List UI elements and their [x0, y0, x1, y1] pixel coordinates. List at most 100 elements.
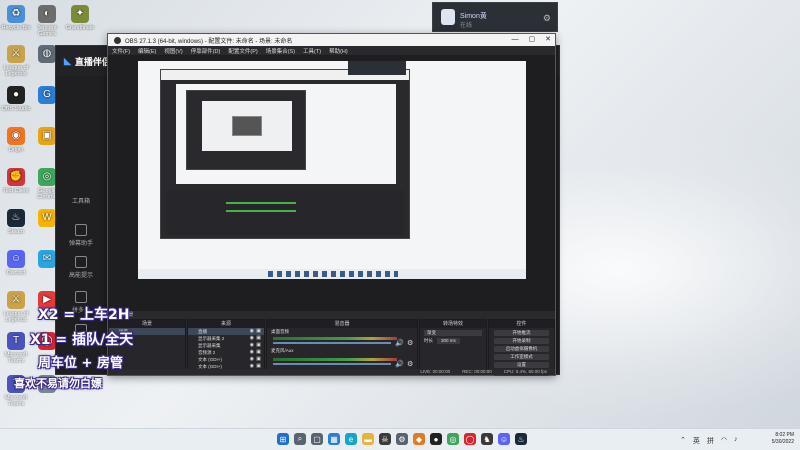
chevron-up-icon[interactable]: ⌃	[680, 436, 686, 446]
desktop-icon[interactable]: ✦ Grandfinale	[65, 5, 95, 31]
steam-icon[interactable]: ♨	[515, 433, 527, 445]
obs-titlebar[interactable]: OBS 27.1.3 (64-bit, windows) - 配置文件: 未命名…	[108, 34, 555, 46]
app-icon: ●	[7, 86, 25, 104]
chat-notification[interactable]: Simon黄 在线 ⚙	[432, 2, 558, 32]
desktop-icon-label: Riot Client	[3, 188, 29, 194]
search-icon[interactable]: ⌕	[294, 433, 306, 445]
source-item[interactable]: 显示器采集 2 ◉ ▣	[188, 335, 264, 342]
netease-icon[interactable]: ◯	[464, 433, 476, 445]
clock[interactable]: 8:02 PM 5/30/2022	[772, 432, 794, 446]
menu-item[interactable]: 停靠部件(D)	[191, 47, 221, 55]
desktop-icon-label: Microsoft Teams	[4, 395, 28, 407]
desktop-icon[interactable]: ◐ Tencent Games	[32, 5, 62, 37]
menu-item[interactable]: 工具(T)	[303, 47, 321, 55]
alert-icon	[75, 256, 87, 268]
preview-canvas[interactable]	[138, 61, 526, 279]
chrome-icon[interactable]: ◎	[447, 433, 459, 445]
desktop-icon[interactable]: ♻ Recycle Bin	[1, 5, 31, 31]
settings-icon[interactable]: ⚙	[396, 433, 408, 445]
app-icon: G	[38, 86, 56, 104]
menu-item[interactable]: 配置文件(P)	[228, 47, 257, 55]
overlay-line-3: 周车位 + 房管	[38, 356, 123, 371]
control-button[interactable]: 开始推流	[494, 330, 549, 336]
wifi-icon[interactable]: ◠	[721, 436, 727, 446]
control-button[interactable]: 设置	[494, 362, 549, 368]
transition-select[interactable]: 渐变	[424, 330, 482, 336]
lock-icon[interactable]: ▣	[256, 356, 261, 363]
eye-icon[interactable]: ◉	[250, 328, 254, 335]
sidebar-item-label: 工具箱	[71, 199, 90, 205]
lock-icon[interactable]: ▣	[256, 335, 261, 342]
source-item[interactable]: 音频源 2 ◉ ▣	[188, 349, 264, 356]
desktop-icon[interactable]: ● OBS Studio	[1, 86, 31, 112]
windows-start-icon[interactable]: ⊞	[277, 433, 289, 445]
gear-icon[interactable]: ⚙	[407, 339, 413, 347]
widgets-icon[interactable]: ▦	[328, 433, 340, 445]
nested-capture-1	[160, 69, 410, 239]
gear-icon[interactable]: ⚙	[543, 13, 551, 24]
nested-docks	[166, 190, 404, 235]
maximize-icon[interactable]: ▢	[529, 34, 536, 46]
menu-item[interactable]: 文件(F)	[112, 47, 130, 55]
obs-window[interactable]: OBS 27.1.3 (64-bit, windows) - 配置文件: 未命名…	[107, 33, 556, 376]
lang-indicator[interactable]: 英	[693, 436, 700, 446]
control-button[interactable]: 工作室模式	[494, 354, 549, 360]
menu-item[interactable]: 场景集合(S)	[266, 47, 295, 55]
close-icon[interactable]: ✕	[545, 34, 551, 46]
menu-item[interactable]: 帮助(H)	[329, 47, 348, 55]
source-item[interactable]: 直播 ◉ ▣	[188, 328, 264, 335]
minimize-icon[interactable]: —	[512, 34, 519, 46]
mic-audio-slider[interactable]	[273, 363, 391, 365]
eye-icon[interactable]: ◉	[250, 335, 254, 342]
desktop-icon[interactable]: ◉ Origin	[1, 127, 31, 153]
control-button[interactable]: 开始录制	[494, 338, 549, 344]
sidebar-item-label: 高能提示	[68, 273, 93, 279]
ime-indicator[interactable]: 拼	[707, 436, 714, 446]
desktop-audio-slider[interactable]	[273, 342, 391, 344]
nested-meter	[226, 210, 296, 212]
app-icon[interactable]: ◆	[413, 433, 425, 445]
alien-icon[interactable]: ☠	[379, 433, 391, 445]
control-button[interactable]: 启动虚拟摄像机	[494, 346, 549, 352]
lock-icon[interactable]: ▣	[256, 328, 261, 335]
edge-icon[interactable]: e	[345, 433, 357, 445]
desktop-icon[interactable]: ☺ Discord	[1, 250, 31, 276]
discord-icon[interactable]: ☺	[498, 433, 510, 445]
sidebar-item-danmaku[interactable]: 弹幕助手	[66, 224, 96, 247]
live-status: LIVE: 00:00:00	[420, 369, 451, 374]
speaker-icon[interactable]: 🔊	[395, 339, 404, 347]
desktop-icon[interactable]: ✊ Riot Client	[1, 168, 31, 194]
obs-menubar: 文件(F) 编辑(E) 视图(V) 停靠部件(D) 配置文件(P) 场景集合(S) 工具(T…	[108, 46, 555, 56]
sidebar-item-toolbox[interactable]: 工具箱	[66, 196, 96, 205]
eye-icon[interactable]: ◉	[250, 356, 254, 363]
duration-input[interactable]: 300 ms	[437, 338, 460, 344]
obs-icon[interactable]: ●	[430, 433, 442, 445]
desktop-audio-meter	[273, 337, 397, 340]
task-view-icon[interactable]: ▢	[311, 433, 323, 445]
app-icon: W	[38, 209, 56, 227]
app-icon: T	[7, 332, 25, 350]
sidebar-item-alert[interactable]: 高能提示	[66, 256, 96, 279]
eye-icon[interactable]: ◉	[250, 349, 254, 356]
duration-label: 时长	[424, 338, 433, 343]
speaker-icon[interactable]: 🔊	[395, 360, 404, 368]
desktop-icon-label: OBS Studio	[1, 106, 31, 112]
lock-icon[interactable]: ▣	[256, 342, 261, 349]
menu-item[interactable]: 编辑(E)	[138, 47, 156, 55]
game-icon[interactable]: ♞	[481, 433, 493, 445]
source-item-label: 直播	[198, 329, 207, 334]
file-explorer-icon[interactable]: ▬	[362, 433, 374, 445]
eye-icon[interactable]: ◉	[250, 342, 254, 349]
volume-icon[interactable]: ♪	[734, 436, 738, 446]
desktop-icon[interactable]: ⚔ League of Legends	[1, 291, 31, 323]
desktop-icon[interactable]: T Microsoft Teams	[1, 332, 31, 364]
gear-icon[interactable]: ⚙	[407, 360, 413, 368]
nested-taskbar-icons	[268, 271, 398, 277]
clock-date: 5/30/2022	[771, 439, 794, 445]
menu-item[interactable]: 视图(V)	[164, 47, 182, 55]
desktop-icon[interactable]: ⚔ League of Legends	[1, 45, 31, 77]
lock-icon[interactable]: ▣	[256, 349, 261, 356]
desktop-icon[interactable]: ♨ Steam	[1, 209, 31, 235]
source-item[interactable]: 显示器采集 ◉ ▣	[188, 342, 264, 349]
source-item[interactable]: 文本 (GDI+) ◉ ▣	[188, 356, 264, 363]
